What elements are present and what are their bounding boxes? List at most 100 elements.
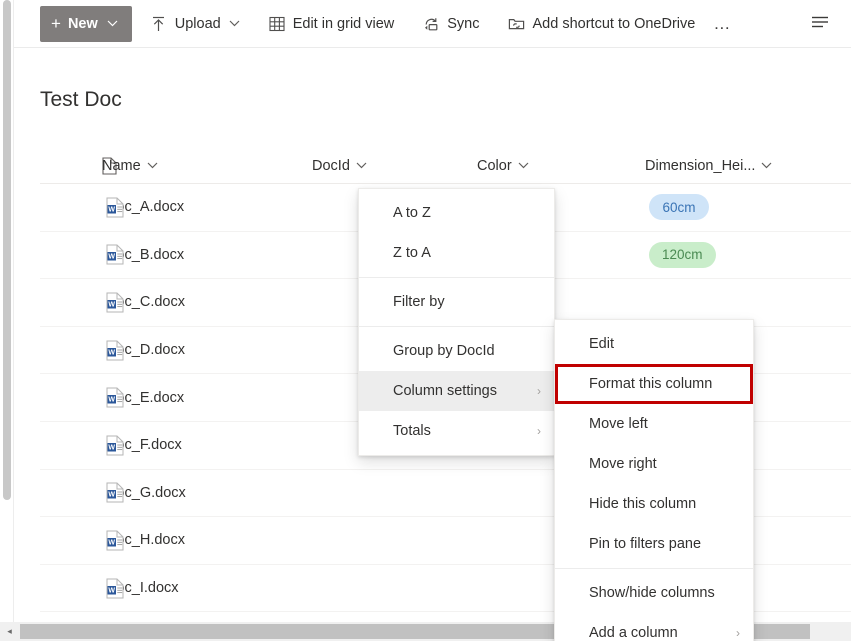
menu-separator — [359, 277, 554, 278]
add-shortcut-label: Add shortcut to OneDrive — [532, 15, 696, 32]
word-doc-icon: W — [106, 340, 124, 361]
file-type-icon-cell: W — [40, 340, 124, 361]
file-name-cell[interactable]: Doc_I.docx — [106, 580, 316, 596]
folder-link-icon — [508, 15, 526, 33]
file-name-cell[interactable]: Doc_A.docx — [106, 199, 316, 215]
svg-text:W: W — [108, 540, 115, 547]
column-header-color[interactable]: Color — [477, 150, 645, 182]
dimension-height-cell: 120cm — [649, 241, 839, 268]
edit-in-grid-view-label: Edit in grid view — [292, 15, 395, 32]
more-options-button[interactable]: … — [705, 7, 739, 41]
svg-text:W: W — [108, 397, 115, 404]
file-name-cell[interactable]: Doc_G.docx — [106, 485, 316, 501]
menu-item-totals[interactable]: Totals › — [359, 411, 554, 451]
svg-text:W: W — [108, 302, 115, 309]
submenu-item-edit[interactable]: Edit — [555, 324, 753, 364]
file-name-cell[interactable]: Doc_C.docx — [106, 294, 316, 310]
menu-item-label: Hide this column — [589, 496, 697, 512]
list-view-icon — [811, 15, 829, 32]
column-header-docid[interactable]: DocId — [312, 150, 477, 182]
menu-item-label: Edit — [589, 336, 614, 352]
menu-item-label: Pin to filters pane — [589, 536, 702, 552]
dimension-pill-badge: 60cm — [649, 194, 709, 221]
edit-in-grid-view-button[interactable]: Edit in grid view — [258, 6, 405, 42]
file-type-icon-cell: W — [40, 292, 124, 313]
menu-item-z-to-a[interactable]: Z to A — [359, 233, 554, 273]
svg-text:W: W — [108, 492, 115, 499]
sync-button-label: Sync — [447, 15, 480, 32]
menu-item-column-settings[interactable]: Column settings › — [359, 371, 554, 411]
chevron-right-icon: › — [537, 424, 541, 438]
svg-text:W: W — [108, 587, 115, 594]
menu-item-label: Column settings — [393, 383, 497, 399]
ellipsis-icon: … — [713, 13, 732, 33]
menu-item-label: Show/hide columns — [589, 585, 715, 601]
submenu-item-move-left[interactable]: Move left — [555, 404, 753, 444]
menu-item-label: A to Z — [393, 205, 431, 221]
view-options-button[interactable] — [803, 7, 837, 41]
svg-text:W: W — [108, 349, 115, 356]
column-context-menu: A to Z Z to A Filter by Group by DocId Colum… — [358, 188, 555, 456]
chevron-right-icon: › — [537, 384, 541, 398]
upload-button[interactable]: Upload — [140, 6, 250, 42]
word-doc-icon: W — [106, 292, 124, 313]
svg-text:W: W — [108, 206, 115, 213]
chevron-right-icon: › — [736, 626, 740, 640]
chevron-down-icon — [229, 18, 240, 30]
menu-item-label: Totals — [393, 423, 431, 439]
new-button[interactable]: + New — [40, 5, 132, 42]
sync-button[interactable]: Sync — [412, 6, 489, 42]
upload-button-label: Upload — [174, 15, 221, 32]
word-doc-icon: W — [106, 482, 124, 503]
list-column-headers: Name DocId Color Dimension_Hei... — [40, 148, 851, 184]
menu-item-label: Move left — [589, 416, 648, 432]
file-name-cell[interactable]: Doc_H.docx — [106, 532, 316, 548]
file-type-icon-cell: W — [40, 244, 124, 265]
menu-separator — [555, 568, 753, 569]
file-type-icon-cell: W — [40, 530, 124, 551]
submenu-item-show-hide-columns[interactable]: Show/hide columns — [555, 573, 753, 613]
column-header-docid-label: DocId — [312, 157, 350, 174]
word-doc-icon: W — [106, 244, 124, 265]
column-settings-submenu: Edit Format this column Move left Move righ… — [554, 319, 754, 641]
column-header-name-label: Name — [102, 157, 141, 174]
column-header-file-icon[interactable] — [40, 156, 117, 175]
new-button-label: New — [67, 15, 98, 32]
grid-table-icon — [268, 15, 286, 33]
menu-item-label: Z to A — [393, 245, 431, 261]
submenu-item-move-right[interactable]: Move right — [555, 444, 753, 484]
add-shortcut-to-onedrive-button[interactable]: Add shortcut to OneDrive — [498, 6, 706, 42]
column-header-dimension-height[interactable]: Dimension_Hei... — [645, 150, 835, 182]
svg-text:W: W — [108, 444, 115, 451]
submenu-item-hide-this-column[interactable]: Hide this column — [555, 484, 753, 524]
menu-item-group-by-docid[interactable]: Group by DocId — [359, 331, 554, 371]
vertical-scrollbar-thumb[interactable] — [3, 0, 11, 500]
menu-separator — [359, 326, 554, 327]
chevron-down-icon — [356, 160, 367, 172]
submenu-item-pin-to-filters-pane[interactable]: Pin to filters pane — [555, 524, 753, 564]
sync-circular-arrow-icon — [422, 15, 440, 33]
menu-item-label: Add a column — [589, 625, 678, 641]
chevron-down-icon — [761, 160, 772, 172]
menu-item-label: Group by DocId — [393, 343, 495, 359]
file-name-cell[interactable]: Doc_E.docx — [106, 390, 316, 406]
chevron-down-icon — [107, 18, 118, 30]
menu-item-a-to-z[interactable]: A to Z — [359, 193, 554, 233]
file-name-cell[interactable]: Doc_F.docx — [106, 437, 316, 453]
plus-icon: + — [51, 14, 61, 33]
menu-item-label: Filter by — [393, 294, 445, 310]
column-header-name[interactable]: Name — [102, 150, 312, 182]
horizontal-scrollbar-left-arrow[interactable]: ◂ — [0, 622, 19, 641]
word-doc-icon: W — [106, 197, 124, 218]
submenu-item-format-this-column[interactable]: Format this column — [555, 364, 753, 404]
file-type-icon-cell: W — [40, 197, 124, 218]
file-name-cell[interactable]: Doc_B.docx — [106, 247, 316, 263]
command-bar: + New Upload Edit in grid view Sync Add … — [14, 0, 851, 48]
vertical-scrollbar[interactable] — [0, 0, 14, 641]
file-name-cell[interactable]: Doc_D.docx — [106, 342, 316, 358]
chevron-down-icon — [147, 160, 158, 172]
menu-item-filter-by[interactable]: Filter by — [359, 282, 554, 322]
upload-arrow-icon — [150, 15, 168, 33]
submenu-item-add-a-column[interactable]: Add a column › — [555, 613, 753, 641]
dimension-pill-badge: 120cm — [649, 241, 716, 268]
